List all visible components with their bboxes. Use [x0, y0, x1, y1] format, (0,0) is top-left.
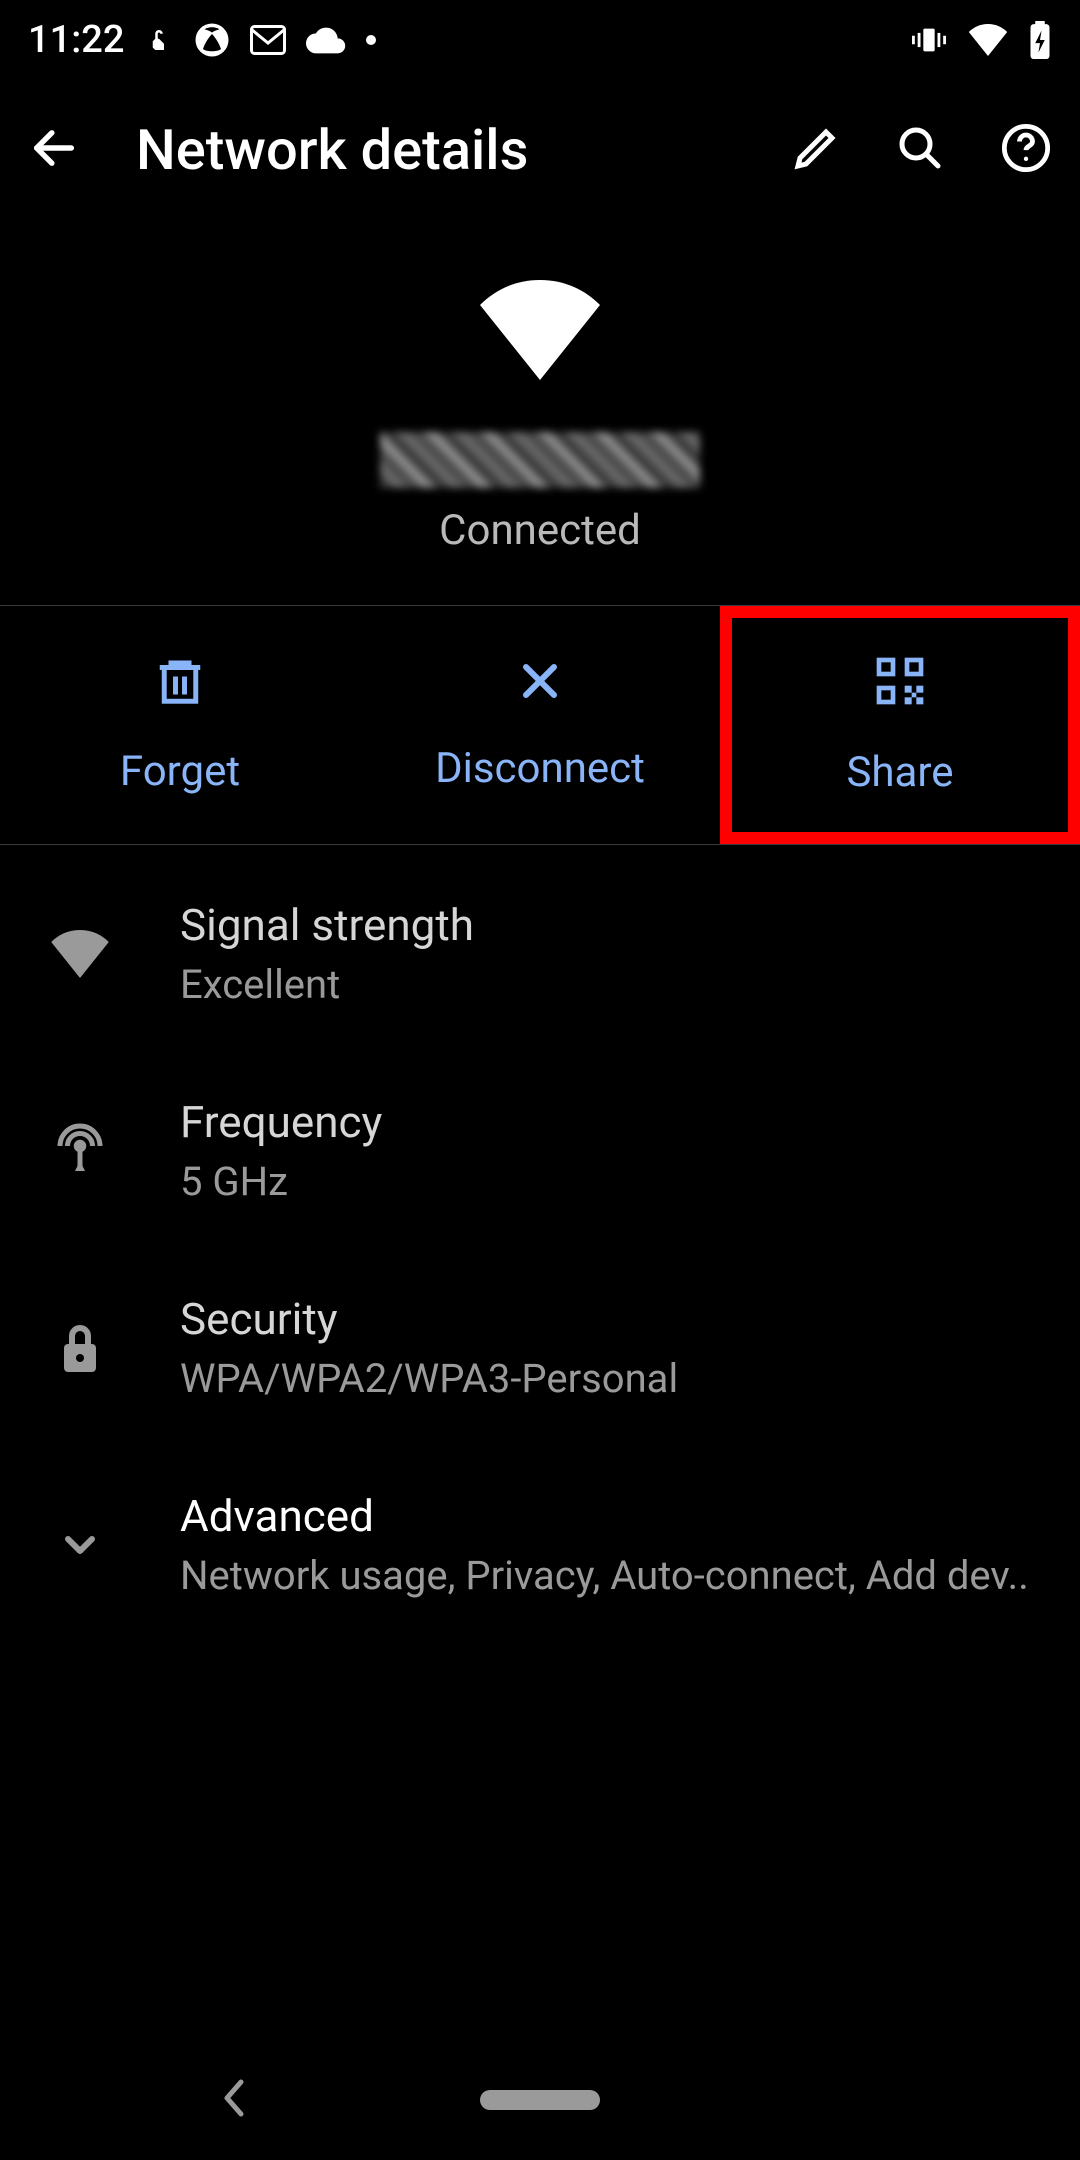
gmail-icon	[250, 25, 286, 55]
forget-label: Forget	[120, 747, 240, 796]
frequency-row[interactable]: Frequency 5 GHz	[0, 1052, 1080, 1249]
frequency-label: Frequency	[180, 1096, 1040, 1148]
xbox-icon	[194, 22, 230, 58]
wifi-signal-icon	[40, 930, 120, 978]
security-value: WPA/WPA2/WPA3-Personal	[180, 1355, 1040, 1402]
trash-icon	[153, 654, 207, 719]
network-hero: Connected	[0, 220, 1080, 605]
status-time: 11:22	[28, 18, 124, 62]
page-title: Network details	[116, 117, 756, 183]
lock-icon	[40, 1320, 120, 1376]
signal-value: Excellent	[180, 961, 1040, 1008]
nav-back-icon[interactable]	[220, 2078, 250, 2122]
details-list: Signal strength Excellent Frequency 5 GH…	[0, 845, 1080, 1643]
notification-dot-icon	[366, 35, 376, 45]
close-icon	[516, 657, 564, 716]
vibrate-icon	[910, 23, 948, 57]
connection-status: Connected	[439, 506, 641, 555]
wifi-large-icon	[475, 280, 605, 384]
disconnect-button[interactable]: Disconnect	[360, 606, 720, 844]
network-ssid-redacted	[380, 432, 700, 488]
qr-code-icon	[872, 653, 928, 720]
search-icon[interactable]	[896, 124, 944, 176]
share-button[interactable]: Share	[720, 606, 1080, 844]
signal-label: Signal strength	[180, 899, 1040, 951]
help-icon[interactable]	[1000, 122, 1052, 178]
nav-home-pill[interactable]	[480, 2090, 600, 2110]
system-nav-bar	[0, 2040, 1080, 2160]
security-row[interactable]: Security WPA/WPA2/WPA3-Personal	[0, 1249, 1080, 1446]
disconnect-label: Disconnect	[435, 744, 645, 793]
frequency-value: 5 GHz	[180, 1158, 1040, 1205]
wifi-icon	[968, 24, 1008, 56]
back-icon[interactable]	[28, 122, 80, 178]
cloud-icon	[306, 26, 346, 54]
antenna-icon	[40, 1121, 120, 1181]
signal-strength-row[interactable]: Signal strength Excellent	[0, 855, 1080, 1052]
action-row: Forget Disconnect Share	[0, 605, 1080, 845]
forget-button[interactable]: Forget	[0, 606, 360, 844]
security-label: Security	[180, 1293, 1040, 1345]
advanced-label: Advanced	[180, 1490, 1040, 1542]
touch-icon	[144, 23, 174, 57]
advanced-row[interactable]: Advanced Network usage, Privacy, Auto-co…	[0, 1446, 1080, 1643]
chevron-down-icon	[40, 1521, 120, 1569]
advanced-value: Network usage, Privacy, Auto-connect, Ad…	[180, 1552, 1040, 1599]
battery-charging-icon	[1028, 21, 1052, 59]
share-label: Share	[846, 748, 953, 797]
app-bar: Network details	[0, 80, 1080, 220]
status-bar: 11:22	[0, 0, 1080, 80]
edit-icon[interactable]	[792, 124, 840, 176]
